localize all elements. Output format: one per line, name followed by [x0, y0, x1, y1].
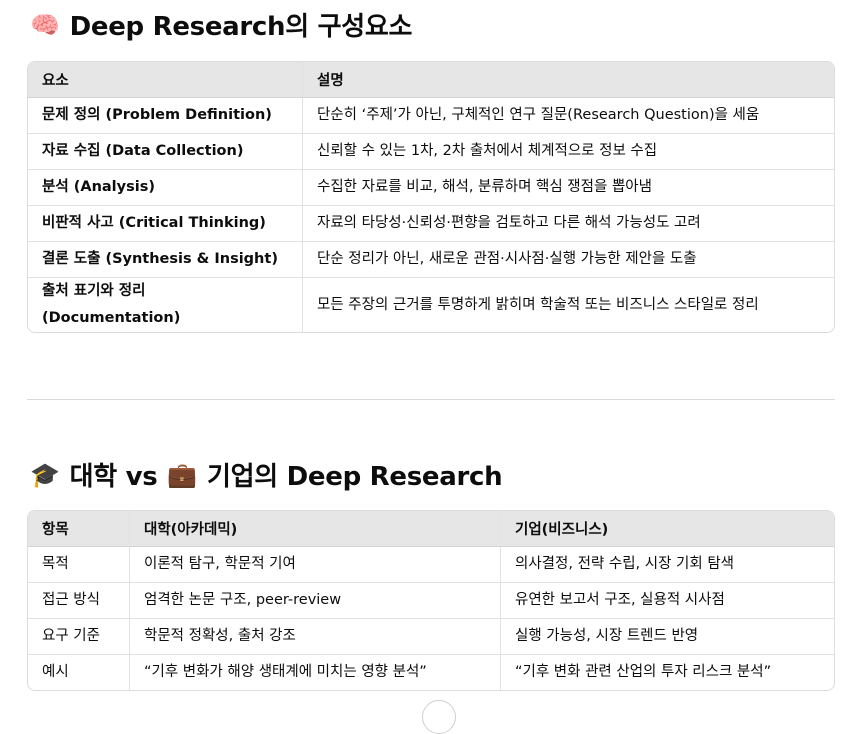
brain-icon: 🧠 — [30, 10, 60, 39]
section-title-part-a: 대학 vs — [69, 462, 158, 492]
business-cell: 의사결정, 전략 수립, 시장 기회 탐색 — [500, 547, 834, 583]
section-heading-comparison: 🎓 대학 vs 💼 기업의 Deep Research — [30, 456, 503, 493]
table-row: 요구 기준 학문적 정확성, 출처 강조 실행 가능성, 시장 트렌드 반영 — [28, 619, 834, 655]
section-heading-components: 🧠 Deep Research의 구성요소 — [30, 6, 412, 43]
comparison-table: 항목 대학(아카데믹) 기업(비즈니스) 목적 이론적 탐구, 학문적 기여 의… — [27, 510, 835, 691]
section-divider — [27, 399, 835, 400]
component-description: 자료의 타당성·신뢰성·편향을 검토하고 다른 해석 가능성도 고려 — [302, 206, 834, 242]
business-cell: 유연한 보고서 구조, 실용적 시사점 — [500, 583, 834, 619]
column-header: 설명 — [302, 62, 834, 98]
component-description: 신뢰할 수 있는 1차, 2차 출처에서 체계적으로 정보 수집 — [302, 134, 834, 170]
component-name: 비판적 사고 (Critical Thinking) — [28, 206, 302, 242]
component-name: 문제 정의 (Problem Definition) — [28, 98, 302, 134]
table-header-row: 요소 설명 — [28, 62, 834, 98]
column-header: 항목 — [28, 511, 129, 547]
component-description: 단순 정리가 아닌, 새로운 관점·시사점·실행 가능한 제안을 도출 — [302, 242, 834, 278]
component-description: 모든 주장의 근거를 투명하게 밝히며 학술적 또는 비즈니스 스타일로 정리 — [302, 278, 834, 332]
business-cell: 실행 가능성, 시장 트렌드 반영 — [500, 619, 834, 655]
briefcase-icon: 💼 — [167, 460, 198, 489]
table-row: 결론 도출 (Synthesis & Insight) 단순 정리가 아닌, 새… — [28, 242, 834, 278]
academic-cell: 이론적 탐구, 학문적 기여 — [129, 547, 500, 583]
section-title: Deep Research의 구성요소 — [69, 12, 413, 42]
component-name: 자료 수집 (Data Collection) — [28, 134, 302, 170]
component-name: 분석 (Analysis) — [28, 170, 302, 206]
item-cell: 목적 — [28, 547, 129, 583]
component-name: 출처 표기와 정리 (Documentation) — [42, 283, 181, 326]
academic-cell: 학문적 정확성, 출처 강조 — [129, 619, 500, 655]
scroll-down-button[interactable] — [422, 700, 456, 734]
column-header: 기업(비즈니스) — [500, 511, 834, 547]
components-table: 요소 설명 문제 정의 (Problem Definition) 단순히 ‘주제… — [27, 61, 835, 333]
table-row: 비판적 사고 (Critical Thinking) 자료의 타당성·신뢰성·편… — [28, 206, 834, 242]
business-cell: “기후 변화 관련 산업의 투자 리스크 분석” — [500, 655, 834, 690]
component-description: 수집한 자료를 비교, 해석, 분류하며 핵심 쟁점을 뽑아냄 — [302, 170, 834, 206]
table-row: 출처 표기와 정리 (Documentation) 모든 주장의 근거를 투명하… — [28, 278, 834, 332]
item-cell: 접근 방식 — [28, 583, 129, 619]
table-row: 접근 방식 엄격한 논문 구조, peer-review 유연한 보고서 구조,… — [28, 583, 834, 619]
component-description: 단순히 ‘주제’가 아닌, 구체적인 연구 질문(Research Questi… — [302, 98, 834, 134]
table-row: 문제 정의 (Problem Definition) 단순히 ‘주제’가 아닌,… — [28, 98, 834, 134]
item-cell: 요구 기준 — [28, 619, 129, 655]
table-header-row: 항목 대학(아카데믹) 기업(비즈니스) — [28, 511, 834, 547]
table-row: 자료 수집 (Data Collection) 신뢰할 수 있는 1차, 2차 … — [28, 134, 834, 170]
table-row: 예시 “기후 변화가 해양 생태계에 미치는 영향 분석” “기후 변화 관련 … — [28, 655, 834, 690]
academic-cell: “기후 변화가 해양 생태계에 미치는 영향 분석” — [129, 655, 500, 690]
column-header: 대학(아카데믹) — [129, 511, 500, 547]
academic-cell: 엄격한 논문 구조, peer-review — [129, 583, 500, 619]
table-row: 분석 (Analysis) 수집한 자료를 비교, 해석, 분류하며 핵심 쟁점… — [28, 170, 834, 206]
item-cell: 예시 — [42, 664, 69, 680]
component-name: 결론 도출 (Synthesis & Insight) — [28, 242, 302, 278]
column-header: 요소 — [28, 62, 302, 98]
graduation-cap-icon: 🎓 — [30, 460, 60, 489]
section-title-part-b: 기업의 Deep Research — [207, 462, 503, 492]
table-row: 목적 이론적 탐구, 학문적 기여 의사결정, 전략 수립, 시장 기회 탐색 — [28, 547, 834, 583]
